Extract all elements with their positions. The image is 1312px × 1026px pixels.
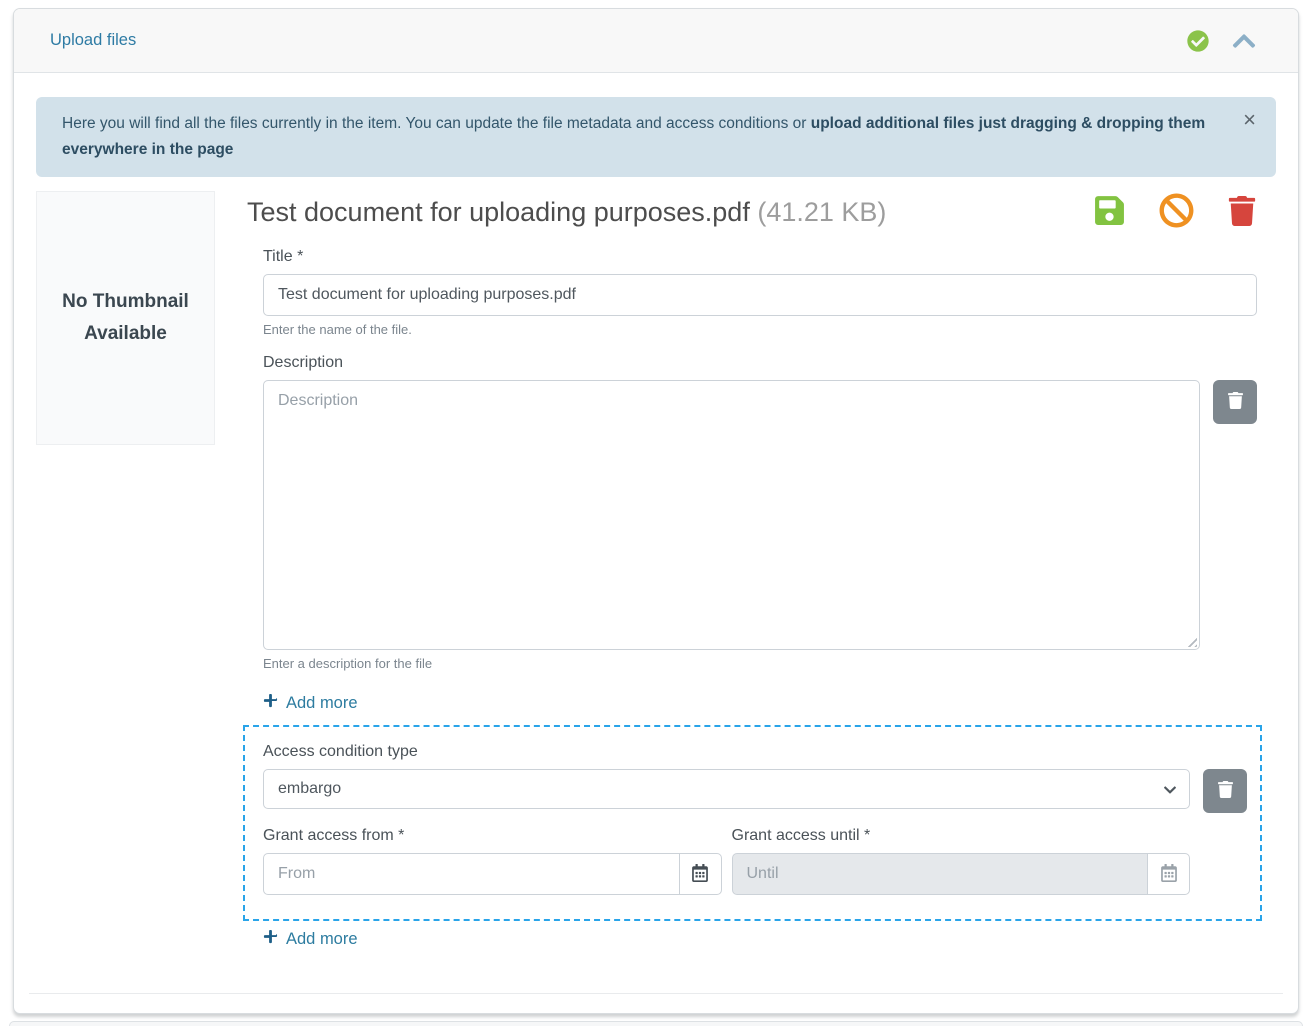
- info-alert: Here you will find all the files current…: [36, 97, 1276, 177]
- chevron-down-icon: [1163, 783, 1177, 802]
- access-condition-row: embargo: [263, 769, 1247, 813]
- description-textarea[interactable]: [263, 380, 1200, 650]
- panel-footer-divider: [29, 993, 1283, 994]
- title-label: Title *: [263, 248, 1257, 266]
- file-size: (41.21 KB): [757, 197, 886, 227]
- ban-icon: [1159, 193, 1194, 231]
- grant-access-dates-row: Grant access from * Grant access until *: [263, 813, 1190, 895]
- add-description-button[interactable]: Add more: [263, 693, 358, 713]
- file-actions: [1093, 193, 1257, 231]
- description-textarea-wrap: [263, 380, 1200, 650]
- access-condition-type-label: Access condition type: [263, 743, 1247, 761]
- file-metadata-form: Title * Enter the name of the file. Desc…: [263, 248, 1257, 949]
- panel-header-icons: [1187, 28, 1257, 54]
- plus-icon: [263, 929, 278, 949]
- description-label: Description: [263, 354, 1257, 372]
- access-condition-select[interactable]: embargo: [263, 769, 1190, 809]
- grant-access-until-input: [732, 853, 1149, 895]
- until-datepicker-button: [1147, 853, 1190, 895]
- panel-header[interactable]: Upload files: [14, 9, 1298, 73]
- trash-icon: [1217, 781, 1234, 801]
- check-circle-icon: [1187, 30, 1209, 52]
- grant-access-until-field: Grant access until *: [732, 813, 1191, 895]
- next-panel-edge: [9, 1021, 1303, 1026]
- cancel-button[interactable]: [1159, 193, 1194, 231]
- alert-close-button[interactable]: ×: [1243, 109, 1256, 131]
- add-access-condition-button[interactable]: Add more: [263, 929, 358, 949]
- description-hint: Enter a description for the file: [263, 656, 1257, 671]
- description-row: [263, 380, 1257, 650]
- alert-text: Here you will find all the files current…: [62, 115, 811, 132]
- title-input[interactable]: [263, 274, 1257, 316]
- file-main: Test document for uploading purposes.pdf…: [247, 191, 1276, 949]
- file-name: Test document for uploading purposes.pdf: [247, 197, 750, 227]
- plus-icon: [263, 693, 278, 713]
- grant-access-from-field: Grant access from *: [263, 813, 722, 895]
- chevron-up-icon[interactable]: [1231, 28, 1257, 54]
- grant-access-from-label: Grant access from *: [263, 827, 722, 845]
- panel-title: Upload files: [50, 31, 136, 50]
- grant-access-until-label: Grant access until *: [732, 827, 1191, 845]
- from-datepicker-button[interactable]: [679, 853, 722, 895]
- file-title: Test document for uploading purposes.pdf…: [247, 197, 886, 228]
- file-header: Test document for uploading purposes.pdf…: [247, 193, 1257, 231]
- access-condition-selected-value: embargo: [278, 780, 341, 798]
- trash-icon: [1227, 392, 1244, 412]
- remove-description-button[interactable]: [1213, 380, 1257, 424]
- add-more-label: Add more: [286, 694, 358, 713]
- grant-access-from-input[interactable]: [263, 853, 680, 895]
- delete-file-button[interactable]: [1227, 196, 1257, 229]
- calendar-icon: [1160, 864, 1178, 885]
- add-more-label: Add more: [286, 930, 358, 949]
- calendar-icon: [691, 864, 709, 885]
- save-icon: [1093, 194, 1126, 230]
- access-condition-group: Access condition type embargo: [243, 725, 1262, 921]
- file-entry: No Thumbnail Available Test document for…: [36, 191, 1276, 949]
- save-button[interactable]: [1093, 194, 1126, 230]
- title-hint: Enter the name of the file.: [263, 322, 1257, 337]
- upload-files-panel: Upload files Here you will find all the …: [13, 8, 1299, 1014]
- thumbnail-placeholder: No Thumbnail Available: [36, 191, 215, 445]
- trash-icon: [1227, 196, 1257, 229]
- panel-body: Here you will find all the files current…: [14, 73, 1298, 949]
- remove-access-condition-button[interactable]: [1203, 769, 1247, 813]
